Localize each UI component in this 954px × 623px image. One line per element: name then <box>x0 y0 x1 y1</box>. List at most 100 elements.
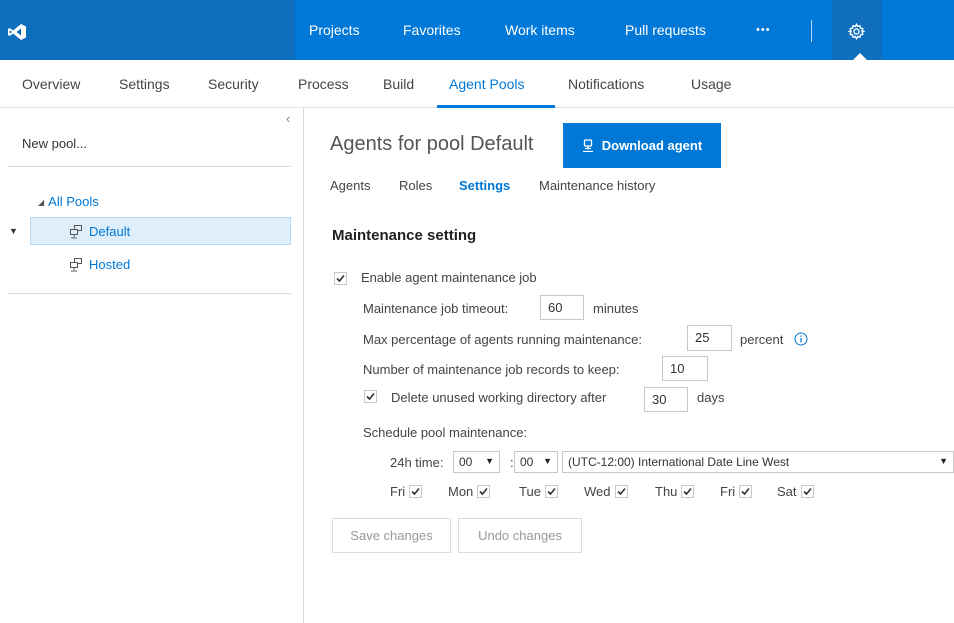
weekday-0[interactable]: Fri <box>390 484 423 499</box>
subnav-active-underline <box>437 105 555 108</box>
pool-icon <box>70 257 82 271</box>
hour-select-value: 00 <box>459 455 473 469</box>
nav-pull-requests-label: Pull requests <box>625 22 706 38</box>
weekday-4[interactable]: Thu <box>655 484 695 499</box>
info-icon[interactable] <box>794 332 808 346</box>
weekday-3[interactable]: Wed <box>584 484 628 499</box>
nav-pull-requests[interactable]: Pull requests <box>625 0 706 60</box>
subnav-usage[interactable]: Usage <box>691 76 731 92</box>
delete-days-unit: days <box>697 390 725 405</box>
subnav-settings[interactable]: Settings <box>119 76 170 92</box>
tab-agents[interactable]: Agents <box>330 178 370 193</box>
timeout-input[interactable]: 60 <box>540 295 584 320</box>
tree-node-default-label: Default <box>89 224 131 239</box>
sub-nav: Overview Settings Security Process Build… <box>0 60 954 108</box>
tree-node-hosted[interactable]: Hosted <box>68 257 130 272</box>
chevron-down-icon: ▼ <box>485 456 494 466</box>
visual-studio-logo-icon[interactable] <box>8 24 26 40</box>
weekday-label: Thu <box>655 484 678 499</box>
pool-tree-panel: ‹ New pool... ◢ All Pools ▼ Default Hoste… <box>0 108 304 623</box>
weekday-checkbox[interactable] <box>614 485 628 498</box>
max-percentage-input[interactable]: 25 <box>687 325 732 351</box>
records-label: Number of maintenance job records to kee… <box>363 362 620 377</box>
chevron-down-icon: ▼ <box>543 456 552 466</box>
time-label: 24h time: <box>390 455 444 470</box>
subnav-process[interactable]: Process <box>298 76 349 92</box>
weekday-2[interactable]: Tue <box>519 484 558 499</box>
tab-maintenance-history[interactable]: Maintenance history <box>539 178 655 193</box>
weekday-checkbox[interactable] <box>477 485 491 498</box>
weekday-5[interactable]: Fri <box>720 484 753 499</box>
collapse-panel-button[interactable]: ‹ <box>286 111 290 126</box>
row-expand-caret-icon[interactable]: ▼ <box>9 226 18 236</box>
settings-button[interactable] <box>832 0 882 61</box>
panel-divider <box>8 293 291 294</box>
more-menu-button[interactable]: ••• <box>756 0 771 60</box>
tree-node-hosted-label: Hosted <box>89 257 131 272</box>
weekday-checkbox[interactable] <box>739 485 753 498</box>
subnav-overview[interactable]: Overview <box>22 76 80 92</box>
tab-roles[interactable]: Roles <box>399 178 432 193</box>
weekday-checkbox[interactable] <box>544 485 558 498</box>
checkbox-check-icon <box>479 487 488 496</box>
panel-divider <box>8 166 291 167</box>
checkbox-check-icon <box>683 487 693 496</box>
schedule-label: Schedule pool maintenance: <box>363 425 528 440</box>
pool-icon <box>70 224 82 238</box>
section-title: Maintenance setting <box>332 227 477 244</box>
checkbox-check-icon <box>616 487 626 496</box>
expand-icon: ◢ <box>38 198 45 207</box>
chevron-down-icon: ▼ <box>939 456 948 466</box>
nav-projects[interactable]: Projects <box>309 0 360 60</box>
max-percentage-unit: percent <box>740 332 784 347</box>
timezone-select[interactable]: (UTC-12:00) International Date Line West… <box>562 451 954 473</box>
subnav-notifications[interactable]: Notifications <box>568 76 644 92</box>
top-bar: Projects Favorites Work items Pull reque… <box>0 0 954 61</box>
weekday-checkbox[interactable] <box>681 485 695 498</box>
max-percentage-label: Max percentage of agents running mainten… <box>363 332 642 347</box>
minute-select[interactable]: 00 ▼ <box>514 451 558 473</box>
minute-select-value: 00 <box>520 455 534 469</box>
subnav-build[interactable]: Build <box>383 76 414 92</box>
nav-work-items-label: Work items <box>505 22 575 38</box>
download-agent-label: Download agent <box>601 138 703 153</box>
enable-maintenance-checkbox[interactable] <box>334 272 347 285</box>
checkbox-check-icon <box>547 487 556 496</box>
weekday-1[interactable]: Mon <box>448 484 491 499</box>
weekday-label: Tue <box>519 484 541 499</box>
tree-node-all-pools[interactable]: ◢ All Pools <box>38 194 99 209</box>
delete-days-input[interactable]: 30 <box>644 387 688 412</box>
timeout-unit: minutes <box>593 301 639 316</box>
weekday-label: Sat <box>777 484 797 499</box>
weekday-6[interactable]: Sat <box>777 484 814 499</box>
checkbox-check-icon <box>336 274 345 283</box>
hour-select[interactable]: 00 ▼ <box>453 451 500 473</box>
more-icon: ••• <box>756 24 771 36</box>
nav-work-items[interactable]: Work items <box>505 0 575 60</box>
weekday-checkbox[interactable] <box>800 485 814 498</box>
download-agent-icon <box>582 139 593 152</box>
checkbox-check-icon <box>411 487 420 496</box>
timezone-select-value: (UTC-12:00) International Date Line West <box>568 455 790 469</box>
checkbox-check-icon <box>741 487 750 496</box>
nav-projects-label: Projects <box>309 22 360 38</box>
weekday-label: Mon <box>448 484 474 499</box>
nav-favorites-label: Favorites <box>403 22 461 38</box>
weekday-checkbox[interactable] <box>409 485 423 498</box>
tree-node-all-pools-label: All Pools <box>48 194 99 209</box>
timeout-label: Maintenance job timeout: <box>363 301 509 316</box>
nav-favorites[interactable]: Favorites <box>403 0 461 60</box>
weekday-label: Fri <box>720 484 736 499</box>
tab-settings[interactable]: Settings <box>459 178 510 193</box>
undo-changes-button[interactable]: Undo changes <box>458 518 582 553</box>
new-pool-button[interactable]: New pool... <box>22 136 87 151</box>
delete-unused-checkbox[interactable] <box>364 390 377 403</box>
subnav-agent-pools[interactable]: Agent Pools <box>449 76 525 92</box>
tree-node-default[interactable]: Default <box>68 224 130 239</box>
enable-maintenance-label: Enable agent maintenance job <box>361 270 537 285</box>
subnav-security[interactable]: Security <box>208 76 259 92</box>
save-changes-button[interactable]: Save changes <box>332 518 451 553</box>
delete-unused-label: Delete unused working directory after <box>391 390 607 405</box>
download-agent-button[interactable]: Download agent <box>563 123 721 168</box>
records-input[interactable]: 10 <box>662 356 708 381</box>
